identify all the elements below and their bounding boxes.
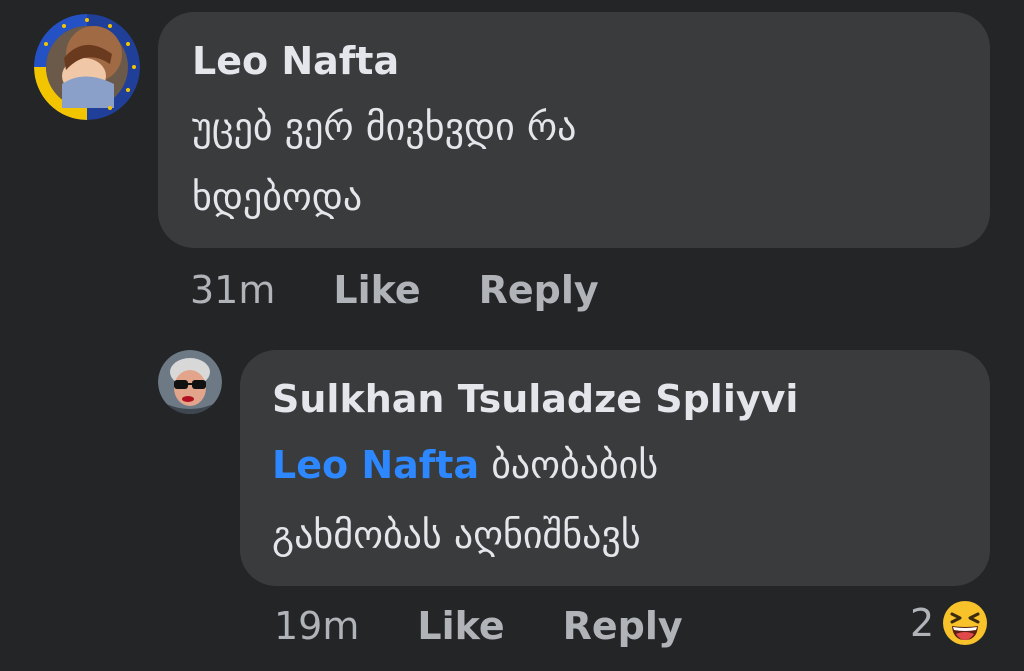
comment-text-line-1: Leo Nafta ბაობაბის — [272, 430, 990, 500]
avatar-image — [158, 350, 222, 414]
like-button[interactable]: Like — [417, 604, 504, 648]
comment-sulkhan-tsuladze: Sulkhan Tsuladze Spliyvi Leo Nafta ბაობა… — [0, 330, 1024, 671]
comment-text: Leo Nafta ბაობაბის გახმობას აღნიშნავს — [272, 430, 990, 570]
comment-leo-nafta: Leo Nafta უცებ ვერ მივხვდი რა ხდებოდა 31… — [0, 0, 1024, 330]
laughing-emoji-icon — [942, 600, 988, 646]
comment-author[interactable]: Sulkhan Tsuladze Spliyvi — [272, 376, 990, 422]
comment-bubble: Leo Nafta უცებ ვერ მივხვდი რა ხდებოდა — [158, 12, 990, 248]
comment-text-line-2: ხდებოდა — [192, 175, 363, 219]
reaction-summary[interactable]: 2 — [910, 600, 988, 646]
comment-text-fragment: ბაობაბის — [479, 443, 659, 487]
comment-text-line-1: უცებ ვერ მივხვდი რა — [192, 105, 577, 149]
comment-text-line-2: გახმობას აღნიშნავს — [272, 513, 641, 557]
avatar-leo-nafta[interactable] — [34, 14, 140, 120]
like-button[interactable]: Like — [333, 268, 420, 312]
comment-bubble: Sulkhan Tsuladze Spliyvi Leo Nafta ბაობა… — [240, 350, 990, 586]
comment-text: უცებ ვერ მივხვდი რა ხდებოდა — [192, 92, 990, 232]
comment-actions: 31m Like Reply — [190, 268, 599, 312]
comment-timestamp[interactable]: 31m — [190, 268, 275, 312]
comment-actions: 19m Like Reply — [274, 604, 683, 648]
avatar-image — [34, 14, 140, 120]
comment-author[interactable]: Leo Nafta — [192, 38, 990, 84]
avatar-sulkhan-tsuladze[interactable] — [158, 350, 222, 414]
reaction-count: 2 — [910, 601, 935, 645]
comment-timestamp[interactable]: 19m — [274, 604, 359, 648]
reply-button[interactable]: Reply — [479, 268, 599, 312]
mention-link[interactable]: Leo Nafta — [272, 443, 479, 487]
reply-button[interactable]: Reply — [563, 604, 683, 648]
